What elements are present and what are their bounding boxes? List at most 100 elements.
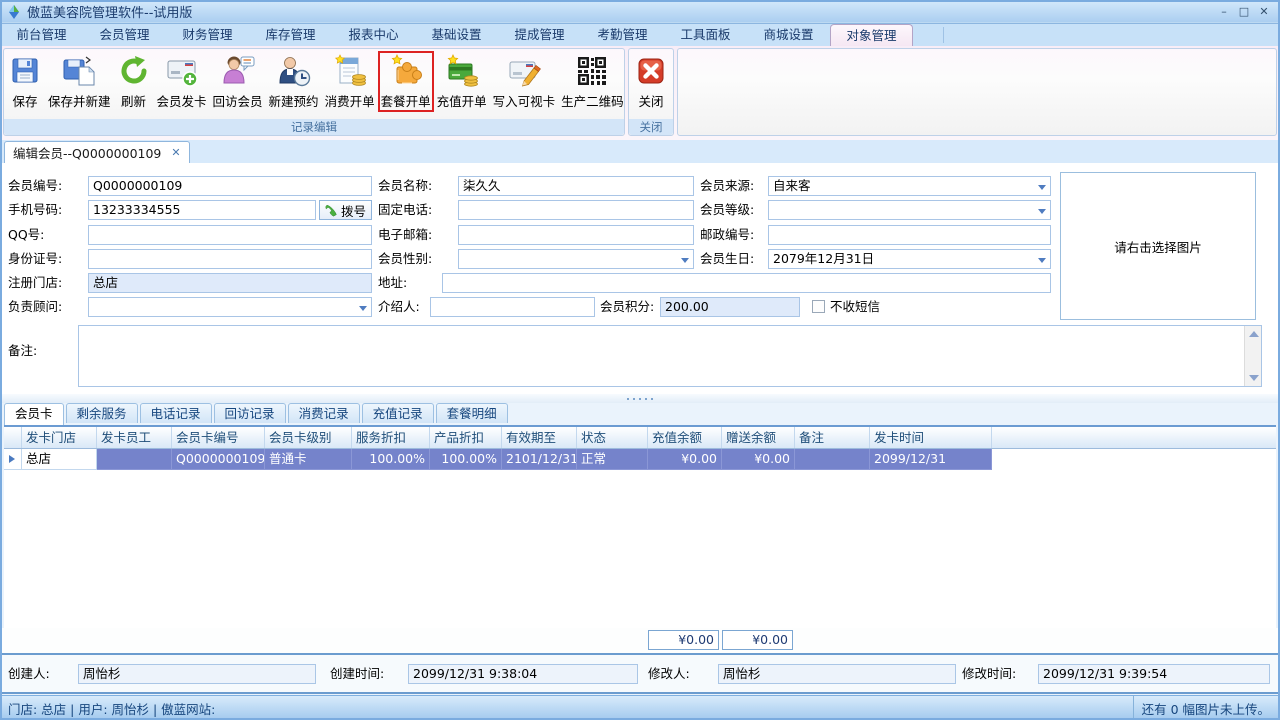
issue-card-button[interactable]: 会员发卡 xyxy=(154,51,210,111)
document-tab-title: 编辑会员--Q0000000109 xyxy=(13,143,161,162)
menu-tab-members[interactable]: 会员管理 xyxy=(83,24,166,46)
member-no-input[interactable]: Q0000000109 xyxy=(88,176,372,196)
column-header[interactable]: 产品折扣 xyxy=(430,427,502,448)
chevron-down-icon[interactable] xyxy=(359,306,367,311)
memo-textarea[interactable] xyxy=(78,325,1262,387)
cell-recharge-balance[interactable]: ¥0.00 xyxy=(648,449,722,470)
cell-status[interactable]: 正常 xyxy=(577,449,648,470)
no-sms-label: 不收短信 xyxy=(830,297,880,317)
restore-button[interactable]: □ xyxy=(1234,4,1254,20)
cell-gift-balance[interactable]: ¥0.00 xyxy=(722,449,795,470)
document-tab-edit-member[interactable]: 编辑会员--Q0000000109 ✕ xyxy=(4,141,190,163)
menu-tab-commission[interactable]: 提成管理 xyxy=(498,24,581,46)
qq-input[interactable] xyxy=(88,225,372,245)
table-row[interactable]: 总店 Q0000000109 普通卡 100.00% 100.00% 2101/… xyxy=(4,449,1276,470)
close-icon xyxy=(634,54,668,88)
dial-button[interactable]: 拨号 xyxy=(319,200,372,220)
tab-visit-records[interactable]: 回访记录 xyxy=(214,403,286,423)
chevron-down-icon[interactable] xyxy=(1038,185,1046,190)
visit-member-button[interactable]: 回访会员 xyxy=(210,51,266,111)
status-upload-text: 还有 0 幅图片未上传。 xyxy=(1133,696,1280,720)
postcode-input[interactable] xyxy=(768,225,1051,245)
menu-tab-finance[interactable]: 财务管理 xyxy=(166,24,249,46)
cell-card-level[interactable]: 普通卡 xyxy=(265,449,352,470)
menu-tab-object-management[interactable]: 对象管理 xyxy=(830,24,913,46)
introducer-input[interactable] xyxy=(430,297,595,317)
menu-tab-basic-settings[interactable]: 基础设置 xyxy=(415,24,498,46)
close-tab-button[interactable]: 关闭 xyxy=(631,51,671,111)
menu-tab-inventory[interactable]: 库存管理 xyxy=(249,24,332,46)
member-card-grid: 发卡门店 发卡员工 会员卡编号 会员卡级别 服务折扣 产品折扣 有效期至 状态 … xyxy=(4,425,1276,628)
tab-member-cards[interactable]: 会员卡 xyxy=(4,403,64,425)
package-bill-button[interactable]: 套餐开单 xyxy=(378,51,434,112)
cell-issue-staff[interactable] xyxy=(97,449,172,470)
member-level-combo[interactable] xyxy=(768,200,1051,220)
cell-service-discount[interactable]: 100.00% xyxy=(352,449,430,470)
memo-scrollbar[interactable] xyxy=(1244,326,1261,386)
cell-valid-until[interactable]: 2101/12/31 xyxy=(502,449,577,470)
column-header[interactable]: 发卡时间 xyxy=(870,427,992,448)
column-header[interactable]: 备注 xyxy=(795,427,870,448)
column-header[interactable]: 服务折扣 xyxy=(352,427,430,448)
tab-package-details[interactable]: 套餐明细 xyxy=(436,403,508,423)
column-header[interactable]: 会员卡级别 xyxy=(265,427,352,448)
new-appointment-button[interactable]: 新建预约 xyxy=(266,51,322,111)
document-tab-close-icon[interactable]: ✕ xyxy=(171,146,180,159)
menu-divider xyxy=(943,27,944,43)
id-card-input[interactable] xyxy=(88,249,372,269)
no-sms-checkbox[interactable] xyxy=(812,300,825,313)
mobile-input[interactable]: 13233334555 xyxy=(88,200,316,220)
consume-bill-button[interactable]: 消费开单 xyxy=(322,51,378,111)
save-button[interactable]: 保存 xyxy=(5,51,45,111)
column-header[interactable]: 赠送余额 xyxy=(722,427,795,448)
member-source-combo[interactable]: 自来客 xyxy=(768,176,1051,196)
column-header[interactable]: 充值余额 xyxy=(648,427,722,448)
menu-tab-mall-settings[interactable]: 商城设置 xyxy=(747,24,830,46)
write-card-icon xyxy=(507,54,541,88)
cell-remark[interactable] xyxy=(795,449,870,470)
refresh-button[interactable]: 刷新 xyxy=(114,51,154,111)
member-photo-box[interactable]: 请右击选择图片 xyxy=(1060,172,1256,320)
tab-remaining-services[interactable]: 剩余服务 xyxy=(66,403,138,423)
title-bar: 傲蓝美容院管理软件--试用版 – □ ✕ xyxy=(0,0,1280,24)
fixed-phone-input[interactable] xyxy=(458,200,694,220)
cell-issue-store[interactable]: 总店 xyxy=(22,449,97,470)
generate-qrcode-button[interactable]: 生产二维码 xyxy=(558,51,627,111)
cell-product-discount[interactable]: 100.00% xyxy=(430,449,502,470)
ribbon-empty-panel xyxy=(677,48,1277,136)
save-and-new-button[interactable]: 保存并新建 xyxy=(45,51,114,111)
row-indicator-header xyxy=(4,427,22,448)
scroll-down-icon[interactable] xyxy=(1249,375,1259,381)
column-header[interactable]: 发卡员工 xyxy=(97,427,172,448)
menu-tab-reports[interactable]: 报表中心 xyxy=(332,24,415,46)
tab-call-records[interactable]: 电话记录 xyxy=(140,403,212,423)
cell-issue-time[interactable]: 2099/12/31 xyxy=(870,449,992,470)
chevron-down-icon[interactable] xyxy=(681,258,689,263)
write-visual-card-button[interactable]: 写入可视卡 xyxy=(490,51,559,111)
chevron-down-icon[interactable] xyxy=(1038,209,1046,214)
column-header[interactable]: 发卡门店 xyxy=(22,427,97,448)
close-window-button[interactable]: ✕ xyxy=(1254,4,1274,20)
cell-card-no[interactable]: Q0000000109 xyxy=(172,449,265,470)
splitter-handle[interactable] xyxy=(0,394,1280,403)
column-header[interactable]: 有效期至 xyxy=(502,427,577,448)
chevron-down-icon[interactable] xyxy=(1038,258,1046,263)
tab-recharge-records[interactable]: 充值记录 xyxy=(362,403,434,423)
member-name-input[interactable]: 柒久久 xyxy=(458,176,694,196)
birthday-combo[interactable]: 2079年12月31日 xyxy=(768,249,1051,269)
menu-tab-tools[interactable]: 工具面板 xyxy=(664,24,747,46)
tab-consume-records[interactable]: 消费记录 xyxy=(288,403,360,423)
minimize-button[interactable]: – xyxy=(1214,4,1234,20)
consultant-combo[interactable] xyxy=(88,297,372,317)
gender-combo[interactable] xyxy=(458,249,694,269)
email-input[interactable] xyxy=(458,225,694,245)
column-header[interactable]: 会员卡编号 xyxy=(172,427,265,448)
consultant-label: 负责顾问: xyxy=(8,297,62,317)
menu-tab-attendance[interactable]: 考勤管理 xyxy=(581,24,664,46)
scroll-up-icon[interactable] xyxy=(1249,331,1259,337)
recharge-bill-button[interactable]: 充值开单 xyxy=(434,51,490,111)
column-header[interactable]: 状态 xyxy=(577,427,648,448)
fixed-phone-label: 固定电话: xyxy=(378,200,432,220)
menu-tab-front-desk[interactable]: 前台管理 xyxy=(0,24,83,46)
address-input[interactable] xyxy=(442,273,1051,293)
